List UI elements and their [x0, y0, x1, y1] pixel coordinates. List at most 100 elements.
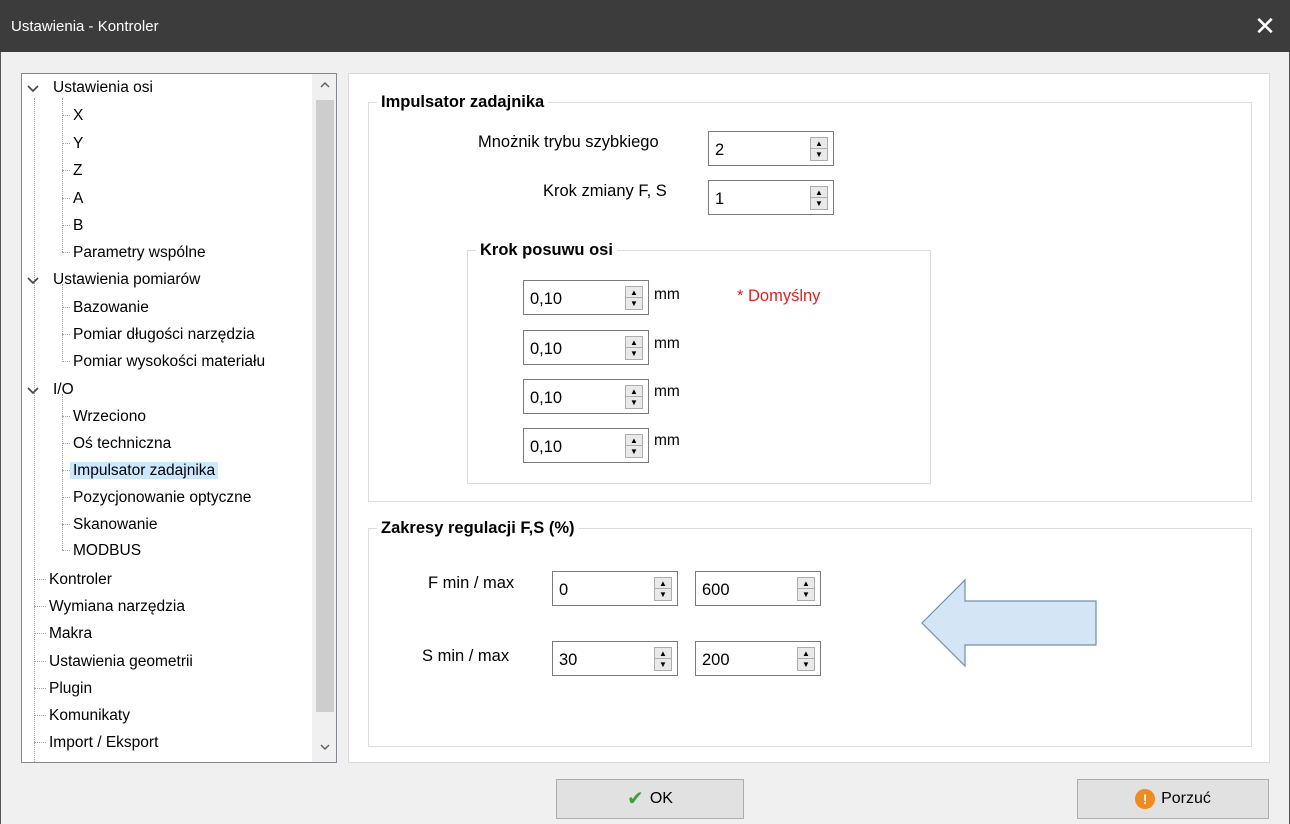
stepper-buttons[interactable]: ▲ ▼ [625, 336, 643, 360]
stepper-buttons[interactable]: ▲ ▼ [654, 577, 672, 601]
spin-up-icon[interactable]: ▲ [626, 386, 642, 397]
tree-item-label: MODBUS [73, 542, 142, 559]
s-max-stepper[interactable]: 200 ▲ ▼ [695, 641, 821, 676]
tree-item-pozycjonowanie-optyczne[interactable]: Pozycjonowanie optyczne [70, 486, 254, 510]
fs-step-stepper[interactable]: 1 ▲ ▼ [708, 180, 834, 215]
spin-up-icon[interactable]: ▲ [626, 435, 642, 446]
spin-down-icon[interactable]: ▼ [626, 348, 642, 359]
spin-up-icon[interactable]: ▲ [798, 648, 814, 659]
scroll-down-icon[interactable] [313, 738, 336, 760]
settings-panel: Impulsator zadajnika Mnożnik trybu szybk… [348, 73, 1270, 763]
tree-item-label: Makra [49, 625, 93, 642]
stepper-buttons[interactable]: ▲ ▼ [797, 577, 815, 601]
spin-up-icon[interactable]: ▲ [626, 287, 642, 298]
spin-up-icon[interactable]: ▲ [626, 337, 642, 348]
tree-line [62, 497, 70, 498]
scroll-up-icon[interactable] [313, 76, 336, 98]
close-icon[interactable]: ✕ [1252, 13, 1278, 39]
tree-item-ustawienia-osi[interactable]: Ustawienia osi [50, 76, 156, 100]
spin-up-icon[interactable]: ▲ [655, 648, 671, 659]
spin-down-icon[interactable]: ▼ [798, 659, 814, 670]
tree-item-label: Y [73, 135, 84, 152]
tree-item-modbus[interactable]: MODBUS [70, 539, 144, 563]
tree-item-wrzeciono[interactable]: Wrzeciono [70, 405, 149, 429]
tree-item-pomiar-wysokosci[interactable]: Pomiar wysokości materiału [70, 350, 268, 374]
spin-down-icon[interactable]: ▼ [626, 298, 642, 309]
tree-item-impulsator-zadajnika[interactable]: Impulsator zadajnika [70, 459, 219, 483]
stepper-buttons[interactable]: ▲ ▼ [654, 647, 672, 671]
stepper-buttons[interactable]: ▲ ▼ [810, 186, 828, 210]
spin-up-icon[interactable]: ▲ [655, 578, 671, 589]
ok-button-label: OK [649, 790, 673, 807]
ranges-legend: Zakresy regulacji F,S (%) [381, 519, 575, 537]
axis-step-2-stepper[interactable]: 0,10 ▲ ▼ [523, 330, 649, 365]
tree-item-bazowanie[interactable]: Bazowanie [70, 296, 152, 320]
unit-label: mm [654, 383, 680, 400]
tree-item-label: Pomiar wysokości materiału [73, 353, 266, 370]
tree-item-label: Skanowanie [73, 516, 158, 533]
fast-mode-stepper[interactable]: 2 ▲ ▼ [708, 131, 834, 166]
tree-item-import-eksport[interactable]: Import / Eksport [46, 731, 161, 755]
tree-item-label: Plugin [49, 680, 93, 697]
cancel-button[interactable]: ! Porzuć [1077, 779, 1269, 819]
tree-line [62, 524, 70, 525]
spin-down-icon[interactable]: ▼ [626, 397, 642, 408]
chevron-down-icon[interactable] [26, 82, 40, 96]
ok-button[interactable]: ✔ OK [556, 779, 744, 819]
tree-line [34, 579, 46, 580]
spin-down-icon[interactable]: ▼ [811, 149, 827, 160]
unit-label: mm [654, 286, 680, 303]
axis-step-4-stepper[interactable]: 0,10 ▲ ▼ [523, 428, 649, 463]
tree-item-plugin[interactable]: Plugin [46, 677, 95, 701]
tree-item-y[interactable]: Y [70, 132, 86, 156]
tree-line [62, 98, 63, 252]
axis-step-value: 0,10 [530, 438, 563, 456]
s-min-stepper[interactable]: 30 ▲ ▼ [552, 641, 678, 676]
axis-step-3-stepper[interactable]: 0,10 ▲ ▼ [523, 379, 649, 414]
tree-item-skanowanie[interactable]: Skanowanie [70, 513, 160, 537]
stepper-buttons[interactable]: ▲ ▼ [797, 647, 815, 671]
spin-down-icon[interactable]: ▼ [655, 589, 671, 600]
settings-tree[interactable]: Ustawienia osi X Y Z A B Parametry wspól… [21, 73, 337, 763]
window-title: Ustawienia - Kontroler [11, 17, 159, 35]
stepper-buttons[interactable]: ▲ ▼ [625, 286, 643, 310]
tree-item-io[interactable]: I/O [50, 378, 77, 402]
tree-item-komunikaty[interactable]: Komunikaty [46, 704, 133, 728]
f-max-stepper[interactable]: 600 ▲ ▼ [695, 571, 821, 606]
tree-item-label: Kontroler [49, 571, 112, 588]
tree-item-parametry-wspolne[interactable]: Parametry wspólne [70, 241, 209, 265]
spin-up-icon[interactable]: ▲ [811, 187, 827, 198]
tree-item-z[interactable]: Z [70, 159, 85, 183]
tree-item-os-techniczna[interactable]: Oś techniczna [70, 432, 174, 456]
f-min-value: 0 [559, 581, 569, 599]
s-range-label: S min / max [422, 647, 510, 665]
tree-item-wymiana-narzedzia[interactable]: Wymiana narzędzia [46, 595, 188, 619]
spin-up-icon[interactable]: ▲ [798, 578, 814, 589]
spin-down-icon[interactable]: ▼ [626, 446, 642, 457]
spin-down-icon[interactable]: ▼ [798, 589, 814, 600]
tree-item-ustawienia-geometrii[interactable]: Ustawienia geometrii [46, 650, 196, 674]
tree-item-x[interactable]: X [70, 104, 86, 128]
chevron-down-icon[interactable] [26, 274, 40, 288]
chevron-down-icon[interactable] [26, 384, 40, 398]
tree-item-kontroler[interactable]: Kontroler [46, 568, 115, 592]
tree-item-ustawienia-pomiarow[interactable]: Ustawienia pomiarów [50, 268, 203, 292]
axis-step-1-stepper[interactable]: 0,10 ▲ ▼ [523, 280, 649, 315]
tree-item-pomiar-dlugosci[interactable]: Pomiar długości narzędzia [70, 323, 258, 347]
scroll-thumb[interactable] [316, 100, 334, 712]
spin-down-icon[interactable]: ▼ [655, 659, 671, 670]
stepper-buttons[interactable]: ▲ ▼ [810, 137, 828, 161]
spin-up-icon[interactable]: ▲ [811, 138, 827, 149]
tree-item-label: Z [73, 162, 83, 179]
f-min-stepper[interactable]: 0 ▲ ▼ [552, 571, 678, 606]
tree-item-makra[interactable]: Makra [46, 622, 95, 646]
stepper-buttons[interactable]: ▲ ▼ [625, 385, 643, 409]
tree-item-label: Ustawienia geometrii [49, 653, 193, 670]
spin-down-icon[interactable]: ▼ [811, 198, 827, 209]
unit-label: mm [654, 335, 680, 352]
tree-item-b[interactable]: B [70, 214, 86, 238]
stepper-buttons[interactable]: ▲ ▼ [625, 434, 643, 458]
tree-item-label: Wrzeciono [73, 408, 146, 425]
tree-scrollbar[interactable] [312, 74, 336, 762]
tree-item-a[interactable]: A [70, 187, 86, 211]
